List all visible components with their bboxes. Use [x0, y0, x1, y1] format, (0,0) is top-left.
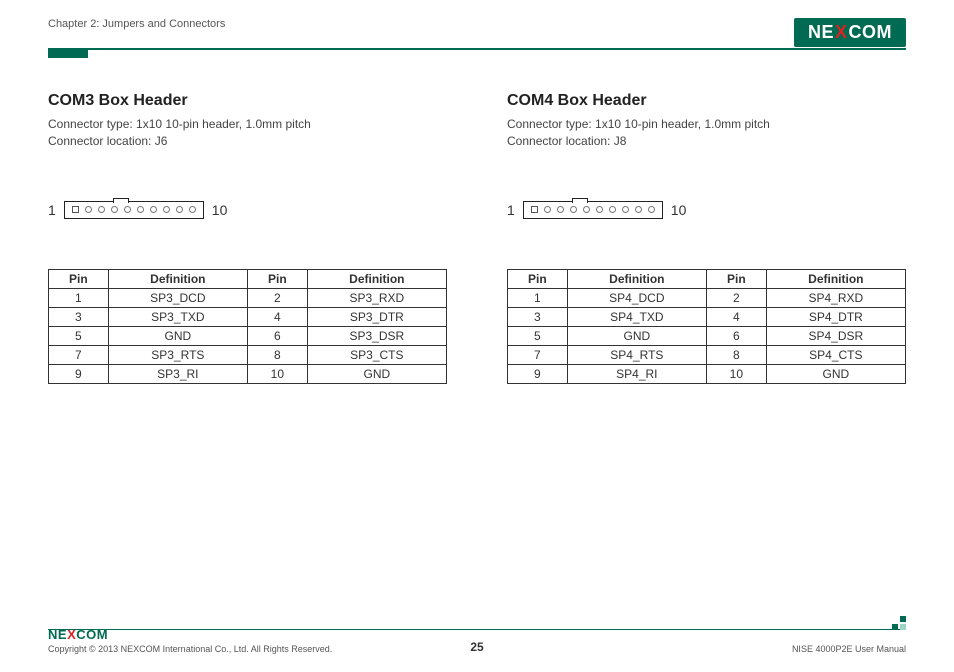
pin-circle-icon — [596, 206, 603, 213]
logo-text-post: COM — [849, 22, 893, 43]
pin-circle-icon — [150, 206, 157, 213]
table-header-row: Pin Definition Pin Definition — [508, 269, 906, 288]
pin-circle-icon — [85, 206, 92, 213]
header-rule — [48, 48, 906, 50]
pin-circle-icon — [163, 206, 170, 213]
left-pin-box — [64, 201, 204, 219]
pin-circle-icon — [557, 206, 564, 213]
right-pin-table: Pin Definition Pin Definition 1SP4_DCD2S… — [507, 269, 906, 384]
table-row: 7SP3_RTS8SP3_CTS — [49, 345, 447, 364]
left-pin-start-label: 1 — [48, 202, 56, 218]
table-row: 5GND6SP4_DSR — [508, 326, 906, 345]
table-row: 9SP3_RI10GND — [49, 364, 447, 383]
header-tab — [48, 50, 88, 58]
table-row: 3SP3_TXD4SP3_DTR — [49, 307, 447, 326]
table-row: 3SP4_TXD4SP4_DTR — [508, 307, 906, 326]
col-pin: Pin — [706, 269, 766, 288]
right-pin-start-label: 1 — [507, 202, 515, 218]
col-def: Definition — [307, 269, 446, 288]
pin-circle-icon — [176, 206, 183, 213]
table-row: 1SP4_DCD2SP4_RXD — [508, 288, 906, 307]
pin-circle-icon — [124, 206, 131, 213]
pin-circle-icon — [583, 206, 590, 213]
left-pin-end-label: 10 — [212, 202, 228, 218]
right-connector-type: Connector type: 1x10 10-pin header, 1.0m… — [507, 116, 906, 133]
col-def: Definition — [766, 269, 905, 288]
table-row: 1SP3_DCD2SP3_RXD — [49, 288, 447, 307]
chapter-title: Chapter 2: Jumpers and Connectors — [48, 18, 225, 30]
left-pin-table: Pin Definition Pin Definition 1SP3_DCD2S… — [48, 269, 447, 384]
logo-text-pre: NE — [808, 22, 834, 43]
col-pin: Pin — [49, 269, 109, 288]
pin-circle-icon — [635, 206, 642, 213]
page-header: Chapter 2: Jumpers and Connectors NEXCOM — [48, 18, 906, 50]
col-def: Definition — [108, 269, 247, 288]
pin-circle-icon — [544, 206, 551, 213]
right-pin-end-label: 10 — [671, 202, 687, 218]
pin-circle-icon — [111, 206, 118, 213]
pin-circle-icon — [570, 206, 577, 213]
pin-circle-icon — [98, 206, 105, 213]
col-pin: Pin — [508, 269, 568, 288]
right-section-title: COM4 Box Header — [507, 92, 906, 110]
left-connector-location: Connector location: J6 — [48, 133, 447, 150]
right-pin-box — [523, 201, 663, 219]
table-row: 7SP4_RTS8SP4_CTS — [508, 345, 906, 364]
table-header-row: Pin Definition Pin Definition — [49, 269, 447, 288]
pin-circle-icon — [622, 206, 629, 213]
left-pin-diagram: 1 10 — [48, 201, 447, 219]
pin-circle-icon — [137, 206, 144, 213]
pin1-square-icon — [531, 206, 538, 213]
left-column: COM3 Box Header Connector type: 1x10 10-… — [48, 92, 447, 384]
content-columns: COM3 Box Header Connector type: 1x10 10-… — [48, 92, 906, 384]
table-row: 5GND6SP3_DSR — [49, 326, 447, 345]
page-number: 25 — [0, 640, 954, 654]
pin-circle-icon — [648, 206, 655, 213]
right-connector-location: Connector location: J8 — [507, 133, 906, 150]
col-def: Definition — [567, 269, 706, 288]
logo-text-x: X — [834, 22, 849, 43]
right-pin-diagram: 1 10 — [507, 201, 906, 219]
right-column: COM4 Box Header Connector type: 1x10 10-… — [507, 92, 906, 384]
left-connector-type: Connector type: 1x10 10-pin header, 1.0m… — [48, 116, 447, 133]
col-pin: Pin — [247, 269, 307, 288]
pin1-square-icon — [72, 206, 79, 213]
table-row: 9SP4_RI10GND — [508, 364, 906, 383]
brand-logo: NEXCOM — [794, 18, 906, 47]
left-section-title: COM3 Box Header — [48, 92, 447, 110]
pin-circle-icon — [189, 206, 196, 213]
pin-circle-icon — [609, 206, 616, 213]
